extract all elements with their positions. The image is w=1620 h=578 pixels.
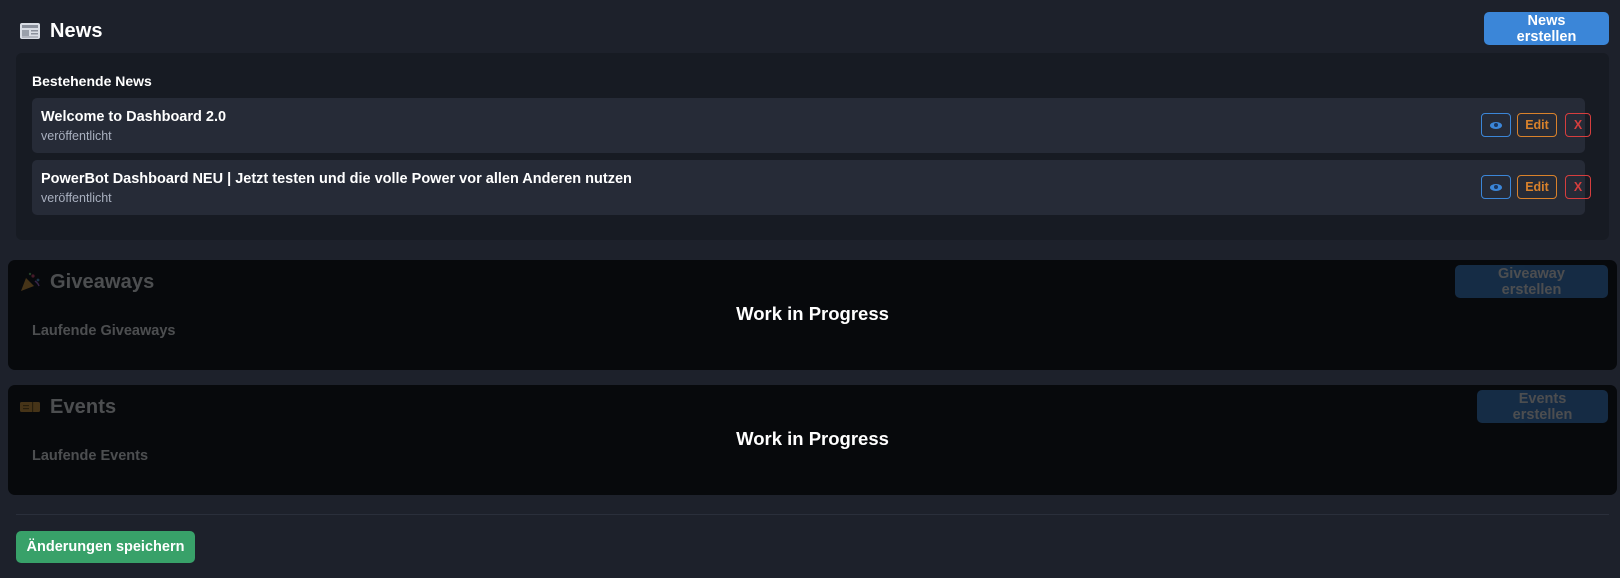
events-subheading: Laufende Events (32, 448, 149, 464)
news-item: PowerBot Dashboard NEU | Jetzt testen un… (32, 160, 1591, 215)
giveaways-subheading: Laufende Giveaways (32, 323, 176, 339)
giveaways-header: Giveaways (19, 267, 154, 297)
giveaways-section: Giveaways Giveaway erstellen Laufende Gi… (8, 260, 1617, 370)
news-list-heading: Bestehende News (32, 73, 152, 89)
work-in-progress-label: Work in Progress (736, 303, 889, 324)
eye-icon (1490, 183, 1502, 191)
edit-news-button[interactable]: Edit (1517, 175, 1557, 199)
newspaper-icon (19, 21, 41, 41)
news-item: Welcome to Dashboard 2.0 veröffentlicht … (32, 98, 1591, 153)
news-item-status: veröffentlicht (41, 191, 112, 205)
party-popper-icon (19, 272, 41, 292)
view-news-button[interactable] (1481, 113, 1511, 137)
eye-icon (1490, 121, 1502, 129)
giveaways-title: Giveaways (50, 270, 155, 293)
edit-news-button[interactable]: Edit (1517, 113, 1557, 137)
news-create-button[interactable]: News erstellen (1484, 12, 1609, 45)
news-item-status: veröffentlicht (41, 129, 112, 143)
news-item-title: Welcome to Dashboard 2.0 (41, 109, 227, 125)
news-list-card: Bestehende News Welcome to Dashboard 2.0… (16, 53, 1609, 240)
ticket-icon (19, 397, 41, 417)
giveaway-create-button[interactable]: Giveaway erstellen (1455, 265, 1608, 298)
events-create-button[interactable]: Events erstellen (1477, 390, 1608, 423)
delete-news-button[interactable]: X (1565, 113, 1591, 137)
delete-news-button[interactable]: X (1565, 175, 1591, 199)
news-section: News News erstellen Bestehende News Welc… (0, 0, 1620, 250)
events-title: Events (50, 395, 117, 418)
events-header: Events (19, 392, 116, 422)
news-title: News (50, 19, 103, 42)
work-in-progress-label: Work in Progress (736, 428, 889, 449)
page: News News erstellen Bestehende News Welc… (0, 0, 1620, 578)
save-changes-button[interactable]: Änderungen speichern (16, 531, 195, 563)
footer-divider (16, 514, 1609, 515)
news-header: News (19, 16, 103, 46)
news-item-title: PowerBot Dashboard NEU | Jetzt testen un… (41, 171, 632, 187)
view-news-button[interactable] (1481, 175, 1511, 199)
events-section: Events Events erstellen Laufende Events … (8, 385, 1617, 495)
